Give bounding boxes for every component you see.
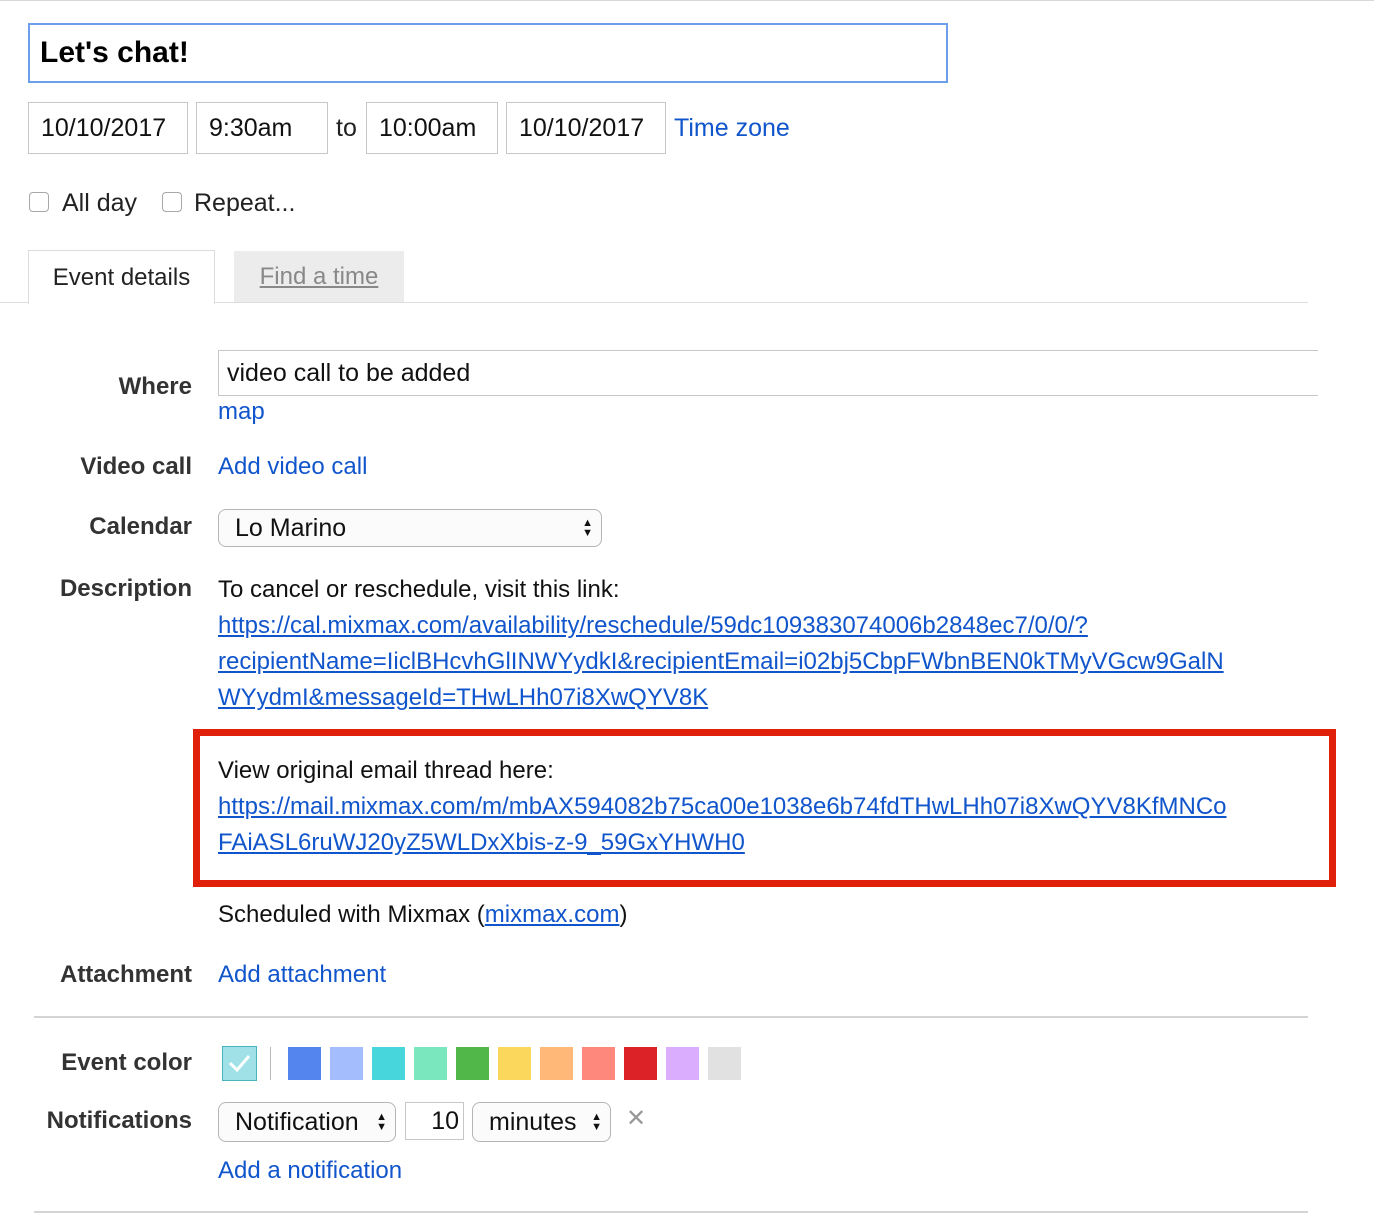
notification-type-select[interactable]: Notification ▲ ▼	[218, 1102, 396, 1142]
reschedule-link[interactable]: WYydmI&messageId=THwLHh07i8XwQYV8K	[218, 684, 708, 711]
scheduled-suffix: )	[619, 901, 628, 928]
calendar-label: Calendar	[89, 513, 192, 540]
end-time-input[interactable]: 10:00am	[366, 102, 498, 154]
color-swatch[interactable]	[456, 1047, 489, 1080]
time-zone-link[interactable]: Time zone	[674, 102, 790, 154]
color-swatch[interactable]	[330, 1047, 363, 1080]
close-icon[interactable]: ✕	[626, 1105, 646, 1133]
all-day-label: All day	[62, 189, 138, 217]
notification-unit-select[interactable]: minutes ▲ ▼	[472, 1102, 611, 1142]
scheduled-with-text: Scheduled with Mixmax (mixmax.com)	[218, 897, 1308, 933]
color-swatch[interactable]	[414, 1047, 447, 1080]
calendar-select[interactable]: Lo Marino ▲ ▼	[218, 509, 602, 547]
tab-event-details[interactable]: Event details	[28, 250, 215, 304]
select-arrows-icon: ▲ ▼	[376, 1111, 387, 1133]
all-day-checkbox[interactable]	[29, 192, 49, 212]
notification-amount-input[interactable]	[405, 1102, 464, 1140]
color-swatch[interactable]	[288, 1047, 321, 1080]
event-title-input[interactable]	[28, 23, 948, 83]
calendar-select-value: Lo Marino	[235, 514, 347, 542]
color-swatch[interactable]	[582, 1047, 615, 1080]
where-label: Where	[118, 373, 192, 400]
color-swatch[interactable]	[372, 1047, 405, 1080]
reschedule-link[interactable]: recipientName=IiclBHcvhGlINWYydkI&recipi…	[218, 648, 1224, 675]
selected-color-swatch[interactable]	[222, 1046, 257, 1081]
event-color-label: Event color	[61, 1049, 192, 1076]
add-notification-link[interactable]: Add a notification	[218, 1156, 402, 1186]
color-swatch[interactable]	[624, 1047, 657, 1080]
top-border	[0, 0, 1374, 1]
notifications-label: Notifications	[46, 1107, 192, 1134]
color-swatch[interactable]	[540, 1047, 573, 1080]
section-divider	[34, 1211, 1308, 1213]
attachment-label: Attachment	[59, 961, 192, 988]
color-swatch[interactable]	[708, 1047, 741, 1080]
notification-type-value: Notification	[235, 1108, 359, 1136]
highlight-box	[193, 729, 1336, 887]
select-arrows-icon: ▲ ▼	[591, 1111, 602, 1133]
mixmax-link[interactable]: mixmax.com	[485, 901, 620, 928]
start-time-input[interactable]: 9:30am	[196, 102, 328, 154]
color-divider	[270, 1047, 271, 1080]
color-swatch[interactable]	[666, 1047, 699, 1080]
description-label: Description	[59, 575, 192, 602]
end-date-input[interactable]: 10/10/2017	[506, 102, 666, 154]
tab-divider	[0, 302, 28, 303]
repeat-label: Repeat...	[194, 189, 296, 217]
repeat-checkbox[interactable]	[162, 192, 182, 212]
add-attachment-link[interactable]: Add attachment	[218, 960, 386, 990]
tab-find-a-time[interactable]: Find a time	[234, 251, 404, 302]
start-date-input[interactable]: 10/10/2017	[28, 102, 188, 154]
notification-unit-value: minutes	[489, 1108, 577, 1136]
color-swatch[interactable]	[498, 1047, 531, 1080]
reschedule-link[interactable]: https://cal.mixmax.com/availability/resc…	[218, 612, 1088, 639]
where-input[interactable]	[218, 350, 1318, 396]
map-link[interactable]: map	[218, 397, 265, 427]
tab-divider	[215, 302, 1308, 303]
add-video-call-link[interactable]: Add video call	[218, 452, 367, 482]
to-label: to	[336, 114, 357, 142]
section-divider	[34, 1016, 1308, 1018]
check-icon	[228, 1055, 251, 1073]
select-arrows-icon: ▲ ▼	[582, 517, 593, 539]
description-text: To cancel or reschedule, visit this link…	[218, 576, 620, 603]
scheduled-prefix: Scheduled with Mixmax (	[218, 901, 485, 928]
video-call-label: Video call	[80, 453, 192, 480]
